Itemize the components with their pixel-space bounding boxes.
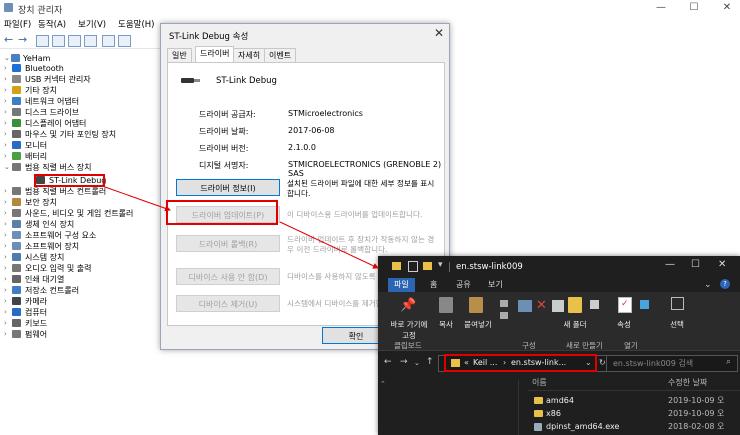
arrow-to-update-button xyxy=(104,186,171,212)
arrow-to-explorer xyxy=(279,221,379,269)
annotation-arrows xyxy=(104,186,379,269)
